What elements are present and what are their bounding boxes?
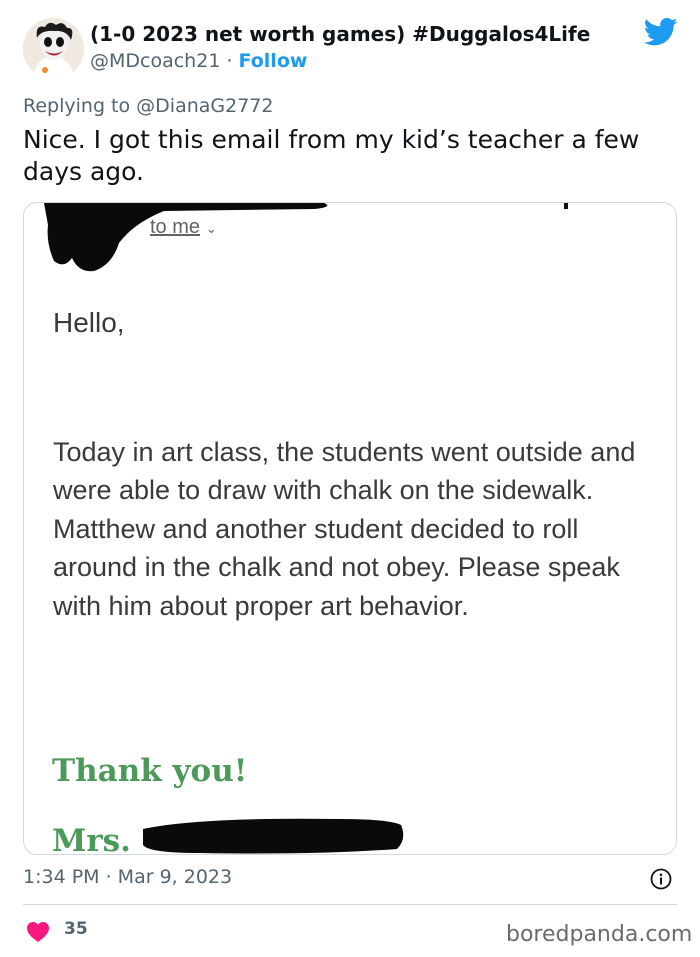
email-thanks: Thank you! (52, 753, 248, 789)
email-greeting: Hello, (53, 307, 125, 338)
info-icon[interactable] (650, 868, 672, 890)
chevron-down-icon[interactable]: ⌄ (206, 221, 217, 237)
display-name[interactable]: (1-0 2023 net worth games) #Duggalos4Lif… (90, 22, 590, 46)
email-recipient[interactable]: to me ⌄ (150, 216, 217, 239)
heart-icon[interactable] (26, 921, 50, 943)
replying-to: Replying to @DianaG2772 (23, 95, 273, 117)
follow-button[interactable]: Follow (239, 50, 308, 72)
email-recipient-label: to me (150, 216, 201, 238)
email-screenshot: to me ⌄ Hello, Today in art class, the st… (24, 203, 676, 854)
separator: · (220, 50, 239, 72)
divider (23, 904, 677, 905)
watermark: boredpanda.com (506, 922, 693, 947)
email-body: Today in art class, the students went ou… (53, 437, 636, 621)
replying-prefix: Replying to (23, 95, 137, 117)
handle-row: @MDcoach21 · Follow (90, 50, 307, 72)
avatar[interactable] (23, 18, 84, 79)
tweet-text: Nice. I got this email from my kid’s tea… (23, 125, 640, 186)
tweet-timestamp[interactable]: 1:34 PM · Mar 9, 2023 (23, 866, 232, 888)
tweet-media-image[interactable]: to me ⌄ Hello, Today in art class, the st… (23, 202, 677, 855)
redaction-scribble-name (143, 818, 404, 854)
replying-mention[interactable]: @DianaG2772 (136, 95, 273, 117)
email-signature-prefix: Mrs. (52, 823, 131, 855)
like-count[interactable]: 35 (64, 919, 88, 939)
redaction-scribble-top (44, 203, 568, 272)
twitter-bird-icon[interactable] (644, 17, 678, 47)
handle[interactable]: @MDcoach21 (90, 50, 220, 72)
